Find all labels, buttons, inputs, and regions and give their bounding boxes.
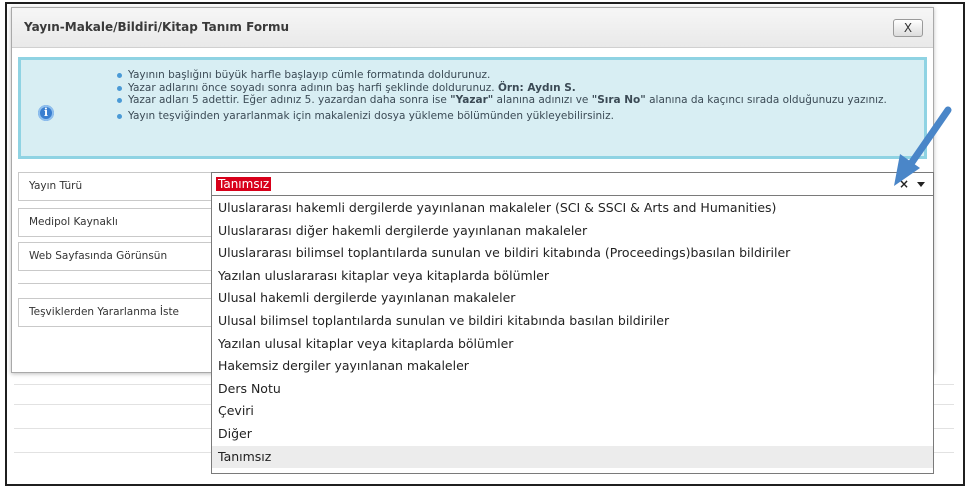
info-item: Yazar adları 5 adettir. Eğer adınız 5. y… xyxy=(117,94,917,107)
emphasis-text: "Yazar" xyxy=(450,94,494,107)
dropdown-option[interactable]: Ders Notu xyxy=(212,378,933,400)
info-item: Yayın teşviğinden yararlanmak için makal… xyxy=(117,110,917,123)
medipol-label: Medipol Kaynaklı xyxy=(18,208,242,237)
dropdown-option[interactable]: Yazılan ulusal kitaplar veya kitaplarda … xyxy=(212,333,933,355)
dropdown-option[interactable]: Uluslararası hakemli dergilerde yayınlan… xyxy=(212,197,933,219)
info-item: Yazar adlarını önce soyadı sonra adının … xyxy=(117,82,917,95)
dropdown-option[interactable]: Ulusal bilimsel toplantılarda sunulan ve… xyxy=(212,310,933,332)
emphasis-text: "Sıra No" xyxy=(591,94,646,107)
dropdown-option[interactable]: Ulusal hakemli dergilerde yayınlanan mak… xyxy=(212,287,933,309)
modal-title: Yayın-Makale/Bildiri/Kitap Tanım Formu xyxy=(24,20,290,34)
dropdown-option[interactable]: Hakemsiz dergiler yayınlanan makaleler xyxy=(212,355,933,377)
annotation-arrow-icon xyxy=(894,106,952,186)
tesvik-label: Teşviklerden Yararlanma İste xyxy=(18,298,242,327)
dropdown-option[interactable]: Tanımsız xyxy=(212,445,933,468)
dropdown-option[interactable]: Uluslararası bilimsel toplantılarda sunu… xyxy=(212,242,933,264)
info-item: Yayının başlığını büyük harfle başlayıp … xyxy=(117,69,917,82)
info-list: Yayının başlığını büyük harfle başlayıp … xyxy=(117,69,917,122)
close-button[interactable]: X xyxy=(893,19,923,37)
select-value: Tanımsız xyxy=(216,177,272,191)
info-icon: i xyxy=(38,105,54,121)
modal-header: Yayın-Makale/Bildiri/Kitap Tanım Formu X xyxy=(12,8,933,48)
dropdown-option[interactable]: Çeviri xyxy=(212,400,933,422)
dropdown-option[interactable]: Diğer xyxy=(212,423,933,445)
yayin-turu-label: Yayın Türü xyxy=(18,172,242,201)
dropdown-option[interactable]: Yazılan uluslararası kitaplar veya kitap… xyxy=(212,265,933,287)
yayin-turu-select[interactable]: Tanımsız × xyxy=(211,172,934,196)
bullet-icon xyxy=(117,73,122,78)
web-label: Web Sayfasında Görünsün xyxy=(18,242,242,271)
form-divider xyxy=(18,283,243,284)
info-panel: i Yayının başlığını büyük harfle başlayı… xyxy=(18,57,927,159)
close-icon: X xyxy=(903,21,913,35)
yayin-turu-dropdown: Uluslararası hakemli dergilerde yayınlan… xyxy=(211,196,934,474)
dropdown-option[interactable]: Uluslararası diğer hakemli dergilerde ya… xyxy=(212,220,933,242)
emphasis-text: Örn: Aydın S. xyxy=(497,81,576,94)
bullet-icon xyxy=(117,113,122,119)
bullet-icon xyxy=(117,85,122,91)
bullet-icon xyxy=(117,98,122,104)
